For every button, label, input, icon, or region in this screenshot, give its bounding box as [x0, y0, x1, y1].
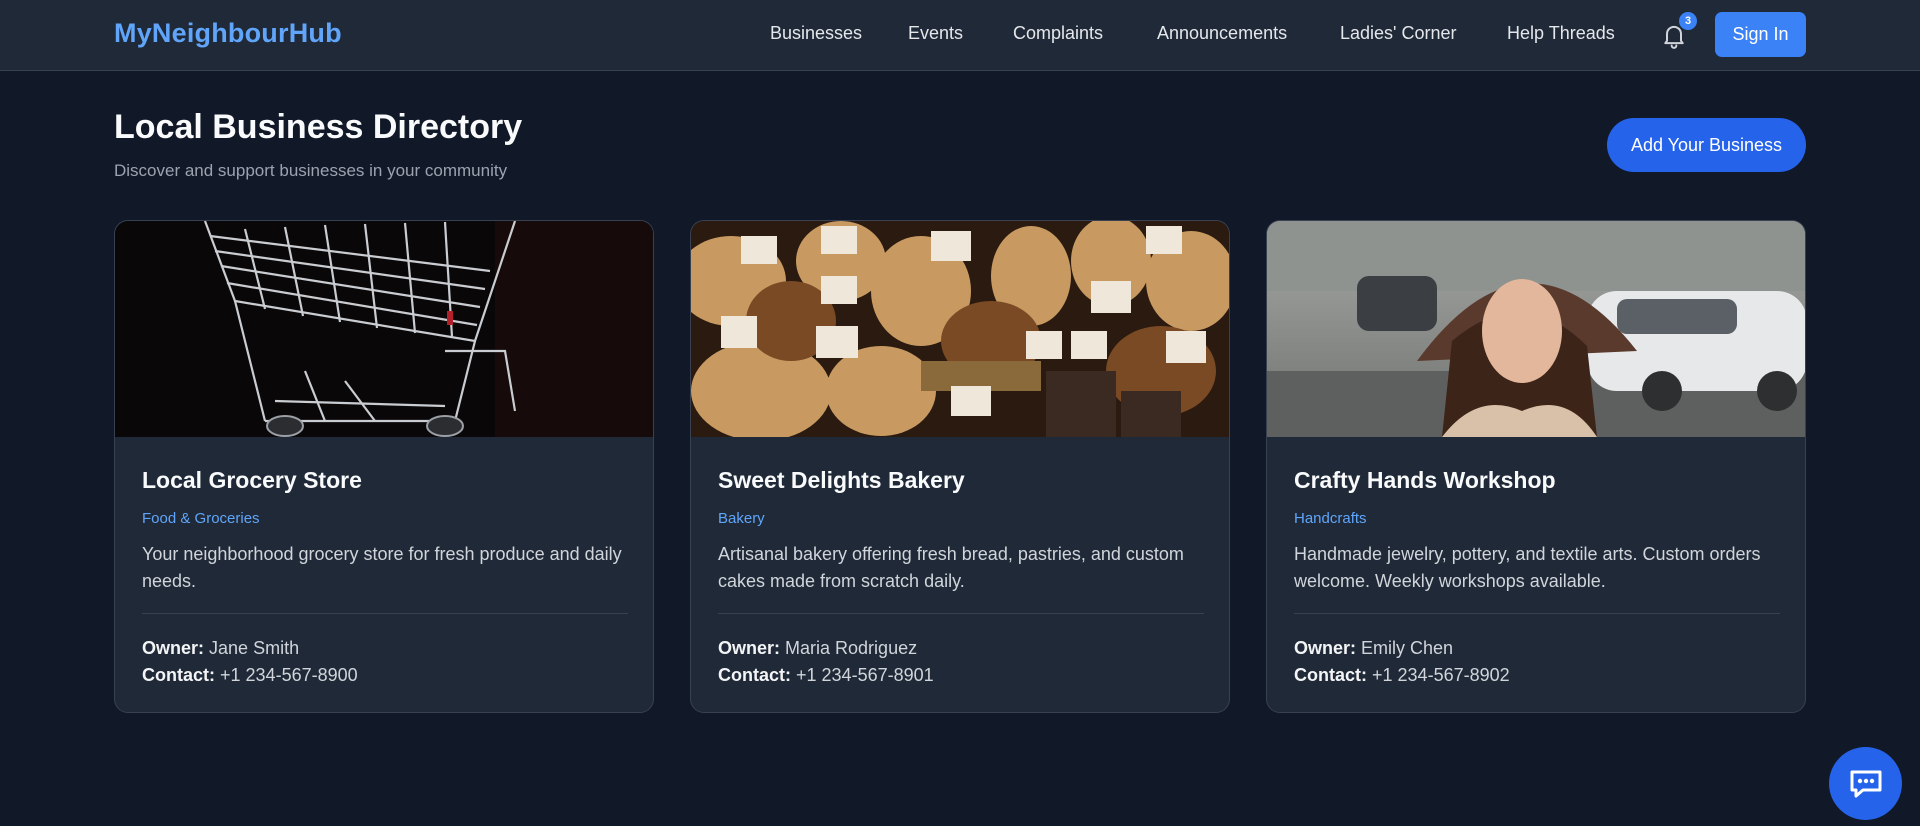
nav-link-announcements[interactable]: Announcements [1157, 23, 1287, 44]
business-description: Your neighborhood grocery store for fres… [142, 544, 622, 591]
business-description: Artisanal bakery offering fresh bread, p… [718, 544, 1184, 591]
card-meta: Owner: Emily Chen Contact: +1 234-567-89… [1294, 635, 1510, 689]
page-subtitle: Discover and support businesses in your … [114, 161, 508, 180]
chat-bubble-icon [1850, 770, 1881, 797]
shopping-cart-photo [115, 221, 653, 437]
nav-link-complaints[interactable]: Complaints [1013, 23, 1103, 44]
nav-link-events[interactable]: Events [908, 23, 963, 44]
owner-name: Maria Rodriguez [785, 638, 918, 658]
add-business-button[interactable]: Add Your Business [1607, 118, 1806, 172]
contact-label: Contact: [1294, 665, 1367, 685]
owner-name: Emily Chen [1361, 638, 1454, 658]
business-card[interactable]: Sweet Delights Bakery Bakery Artisanal b… [690, 220, 1230, 713]
business-card[interactable]: Local Grocery Store Food & Groceries You… [114, 220, 654, 713]
contact-label: Contact: [142, 665, 215, 685]
business-card[interactable]: Crafty Hands Workshop Handcrafts Handmad… [1266, 220, 1806, 713]
business-category[interactable]: Bakery [718, 510, 765, 527]
page-title: Local Business Directory [114, 108, 523, 146]
contact-phone: +1 234-567-8901 [796, 665, 934, 685]
business-name: Crafty Hands Workshop [1294, 467, 1556, 493]
top-navbar: MyNeighbourHub Businesses Events Complai… [0, 0, 1920, 71]
owner-label: Owner: [142, 638, 205, 658]
nav-link-help-threads[interactable]: Help Threads [1507, 23, 1615, 44]
card-body: Crafty Hands Workshop Handcrafts Handmad… [1294, 467, 1780, 595]
business-category[interactable]: Handcrafts [1294, 510, 1367, 527]
contact-label: Contact: [718, 665, 791, 685]
business-description: Handmade jewelry, pottery, and textile a… [1294, 544, 1761, 591]
nav-link-ladies-corner[interactable]: Ladies' Corner [1340, 23, 1457, 44]
card-divider [718, 613, 1204, 614]
card-body: Sweet Delights Bakery Bakery Artisanal b… [718, 467, 1204, 595]
card-meta: Owner: Jane Smith Contact: +1 234-567-89… [142, 635, 358, 689]
contact-phone: +1 234-567-8900 [220, 665, 358, 685]
owner-name: Jane Smith [209, 638, 300, 658]
nav-link-businesses[interactable]: Businesses [770, 23, 862, 44]
woman-in-hat-photo [1267, 221, 1805, 437]
card-divider [142, 613, 628, 614]
notification-badge: 3 [1679, 12, 1697, 30]
sign-in-button[interactable]: Sign In [1715, 12, 1806, 57]
brand-logo[interactable]: MyNeighbourHub [114, 18, 342, 49]
contact-phone: +1 234-567-8902 [1372, 665, 1510, 685]
card-meta: Owner: Maria Rodriguez Contact: +1 234-5… [718, 635, 934, 689]
business-name: Local Grocery Store [142, 467, 362, 493]
owner-label: Owner: [1294, 638, 1357, 658]
card-divider [1294, 613, 1780, 614]
business-category[interactable]: Food & Groceries [142, 510, 260, 527]
owner-label: Owner: [718, 638, 781, 658]
business-name: Sweet Delights Bakery [718, 467, 965, 493]
card-body: Local Grocery Store Food & Groceries You… [142, 467, 628, 595]
bread-loaves-photo [691, 221, 1229, 437]
chat-button[interactable] [1829, 747, 1902, 820]
